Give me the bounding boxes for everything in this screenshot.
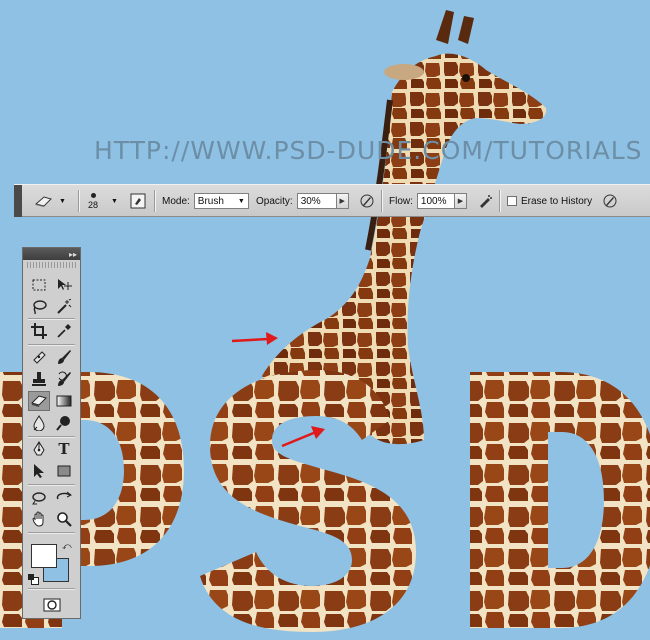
blur-tool[interactable]: [28, 413, 50, 433]
annotation-arrow-upper: [231, 332, 278, 345]
clone-stamp-icon: [32, 372, 46, 386]
chevron-down-icon: ▼: [59, 197, 66, 205]
blur-icon: [33, 415, 45, 431]
quick-mask-icon: [43, 598, 61, 612]
chevron-down-icon: ▼: [237, 197, 245, 205]
lasso-icon: [33, 300, 47, 315]
pen-icon: [33, 441, 45, 456]
flow-value: 100%: [420, 195, 447, 207]
opacity-pressure-toggle[interactable]: [357, 185, 377, 217]
psd-fur-letters: [0, 370, 650, 632]
swap-colors-icon[interactable]: ⤺: [62, 542, 72, 552]
mode-value: Brush: [197, 195, 224, 207]
3d-rotate-tool[interactable]: [28, 487, 50, 507]
erase-to-history-checkbox[interactable]: [507, 196, 517, 206]
mode-control: Mode: Brush ▼: [162, 185, 249, 217]
spot-healing-icon: [33, 351, 46, 364]
history-brush-icon: [58, 371, 71, 386]
flow-label: Flow:: [389, 195, 413, 207]
opacity-value: 30%: [300, 195, 321, 207]
foreground-color-swatch[interactable]: [31, 544, 57, 568]
zoom-tool[interactable]: [53, 509, 75, 529]
rectangular-marquee-tool[interactable]: [28, 275, 50, 295]
eyedropper-icon: [57, 324, 71, 338]
rectangle-shape-tool[interactable]: [53, 461, 75, 481]
mode-label: Mode:: [162, 195, 190, 207]
chevron-down-icon: ▼: [111, 197, 118, 205]
airbrush-icon: [480, 195, 492, 208]
quick-mask-button[interactable]: [41, 595, 63, 615]
collapse-panel-icon[interactable]: ▸▸: [69, 250, 77, 259]
erase-to-history-label: Erase to History: [521, 195, 593, 207]
opacity-label: Opacity:: [256, 195, 293, 207]
path-selection-icon: [34, 464, 44, 478]
flow-control: Flow: 100% ▶: [389, 185, 467, 217]
pressure-pen-icon: [360, 194, 374, 208]
hand-icon: [32, 511, 44, 527]
canvas-artwork: [0, 10, 650, 632]
clone-stamp-tool[interactable]: [28, 369, 50, 389]
crop-tool[interactable]: [28, 321, 50, 341]
dodge-tool[interactable]: [53, 413, 75, 433]
brush-panel-toggle[interactable]: [130, 185, 146, 217]
gradient-icon: [56, 395, 72, 407]
tool-preset-picker[interactable]: ▼: [34, 185, 66, 217]
type-tool[interactable]: T: [53, 439, 75, 459]
hand-tool[interactable]: [28, 509, 50, 529]
crop-icon: [31, 323, 47, 339]
magic-wand-icon: [57, 299, 72, 314]
move-icon: [58, 279, 72, 290]
3d-orbit-icon: [56, 491, 72, 500]
history-brush-tool[interactable]: [53, 369, 75, 389]
brush-size-picker[interactable]: 28: [88, 185, 98, 217]
zoom-icon: [57, 512, 72, 527]
options-bar-grip[interactable]: [14, 185, 22, 217]
3d-rotate-icon: [32, 492, 46, 505]
spot-healing-tool[interactable]: [28, 347, 50, 367]
options-bar: ▼ 28 ▼ Mode: Brush ▼ Opacity: 30% ▶ Flow…: [14, 184, 650, 217]
lasso-tool[interactable]: [28, 297, 50, 317]
eraser-icon: [31, 395, 47, 407]
eraser-icon: [34, 196, 52, 207]
brush-tool[interactable]: [53, 347, 75, 367]
chevron-right-icon: ▶: [457, 198, 464, 205]
move-tool[interactable]: [53, 275, 75, 295]
erase-to-history-option[interactable]: Erase to History: [507, 185, 592, 217]
rectangular-marquee-icon: [32, 279, 46, 291]
pressure-pen-icon: [603, 194, 617, 208]
tools-panel: ▸▸ T ⤺: [22, 247, 81, 619]
dodge-icon: [56, 416, 70, 431]
chevron-right-icon: ▶: [339, 198, 345, 205]
flow-input[interactable]: 100%: [416, 193, 455, 209]
tools-panel-titlebar[interactable]: ▸▸: [23, 248, 80, 260]
brush-panel-icon: [130, 193, 146, 209]
annotation-arrow-lower: [281, 426, 325, 448]
opacity-slider-button[interactable]: ▶: [336, 193, 349, 209]
eraser-tool[interactable]: [28, 391, 50, 411]
path-selection-tool[interactable]: [28, 461, 50, 481]
brush-icon: [58, 350, 71, 364]
magic-wand-tool[interactable]: [53, 297, 75, 317]
tools-panel-grip[interactable]: [27, 262, 76, 268]
rectangle-shape-icon: [57, 465, 71, 477]
opacity-input[interactable]: 30%: [296, 193, 337, 209]
airbrush-toggle[interactable]: [475, 185, 495, 217]
brush-size-value: 28: [88, 199, 99, 210]
default-colors-icon[interactable]: [28, 574, 39, 585]
opacity-control: Opacity: 30% ▶: [256, 185, 349, 217]
size-pressure-toggle[interactable]: [600, 185, 620, 217]
flow-slider-button[interactable]: ▶: [454, 193, 467, 209]
brush-tip-icon: [90, 192, 96, 198]
type-icon: T: [58, 440, 70, 458]
watermark-text: HTTP://WWW.PSD-DUDE.COM/TUTORIALS: [94, 136, 643, 165]
pen-tool[interactable]: [28, 439, 50, 459]
mode-select[interactable]: Brush ▼: [193, 193, 249, 209]
gradient-tool[interactable]: [53, 391, 75, 411]
brush-picker-dropdown[interactable]: ▼: [111, 185, 118, 217]
3d-orbit-tool[interactable]: [53, 487, 75, 507]
eyedropper-tool[interactable]: [53, 321, 75, 341]
